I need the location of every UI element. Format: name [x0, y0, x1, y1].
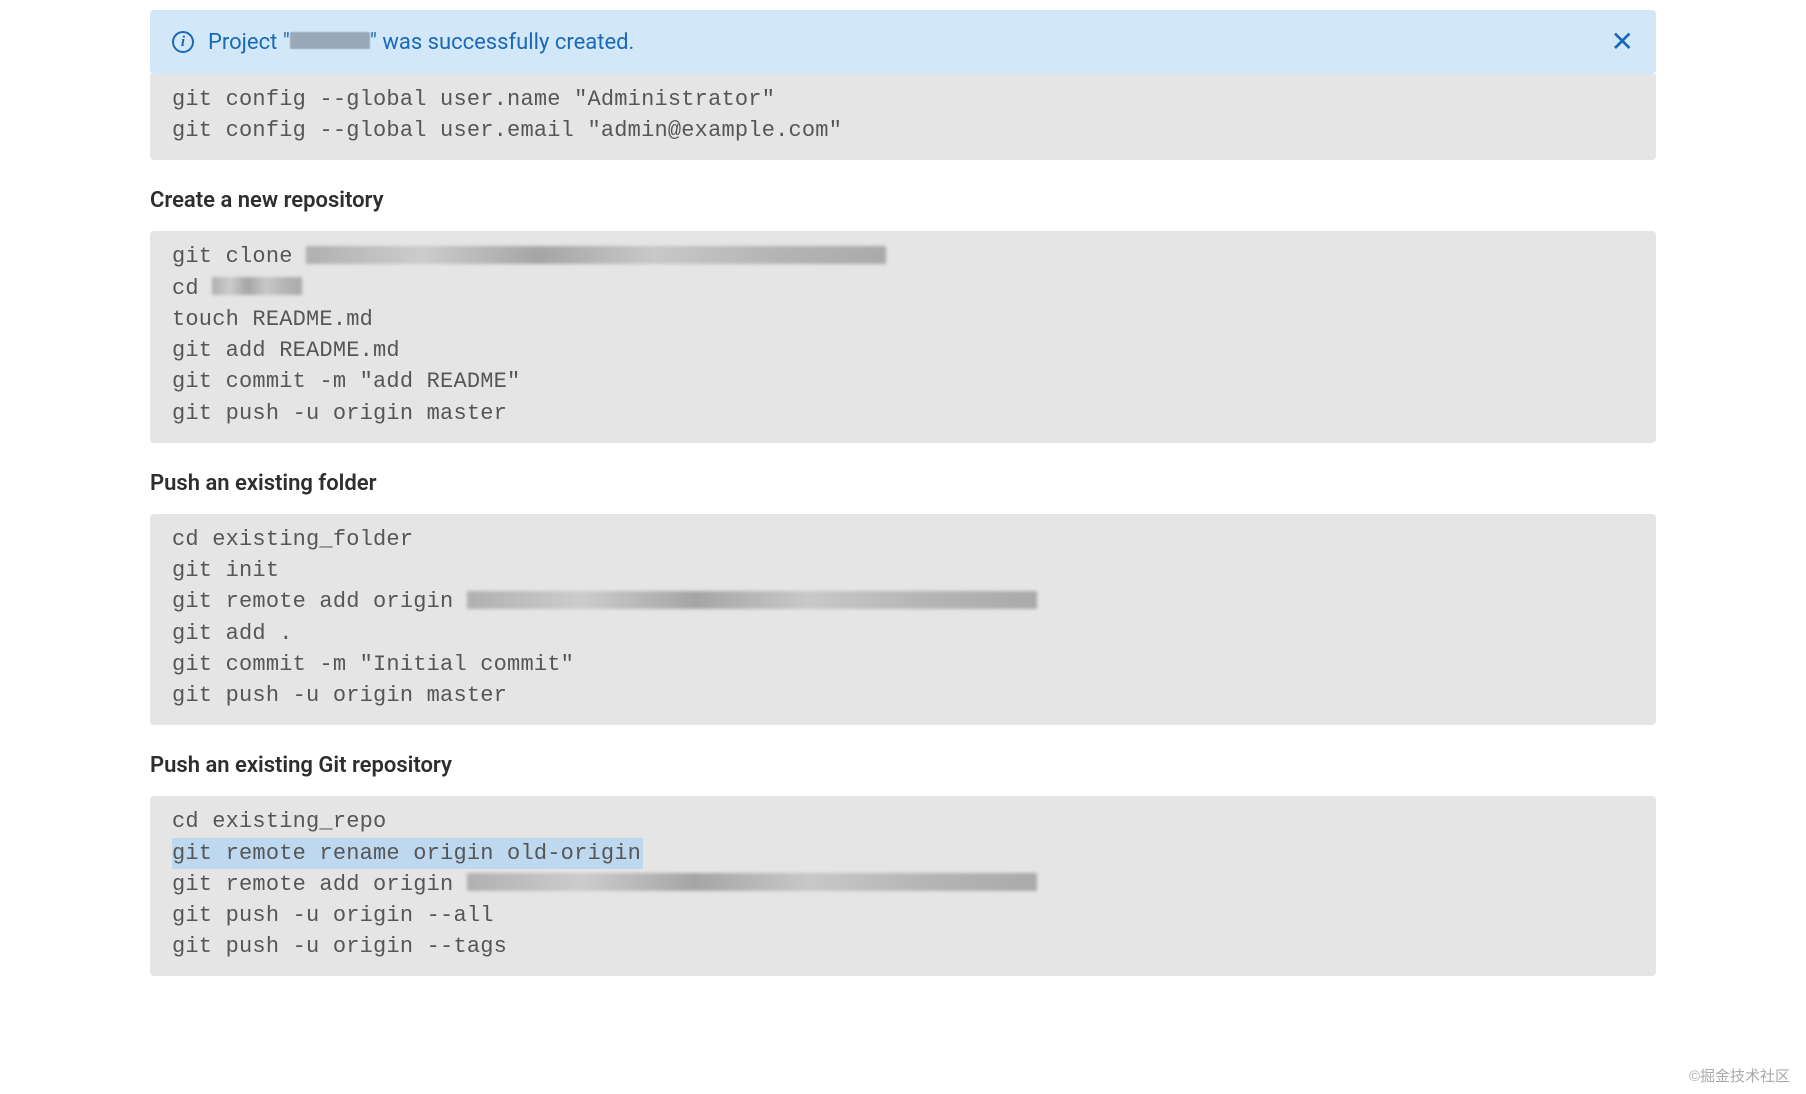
git-global-setup-code: git config --global user.name "Administr…	[150, 74, 1656, 160]
success-alert: i Project " " was successfully created. …	[150, 10, 1656, 74]
code-line: git config --global user.email "admin@ex…	[172, 115, 1634, 146]
create-repo-code: git clone cd touch README.md git add REA…	[150, 231, 1656, 442]
code-line: git push -u origin --tags	[172, 931, 1634, 962]
code-line: git push -u origin master	[172, 398, 1634, 429]
code-line: git clone	[172, 241, 1634, 272]
push-folder-code: cd existing_folder git init git remote a…	[150, 514, 1656, 725]
code-line: cd existing_folder	[172, 524, 1634, 555]
code-line: git init	[172, 555, 1634, 586]
code-line: cd existing_repo	[172, 806, 1634, 837]
redacted-dir-name	[212, 277, 302, 295]
create-repo-heading: Create a new repository	[150, 188, 1656, 213]
redacted-remote-url	[467, 873, 1037, 891]
code-line: git remote add origin	[172, 586, 1634, 617]
code-line: git config --global user.name "Administr…	[172, 84, 1634, 115]
info-icon: i	[172, 31, 194, 53]
push-folder-heading: Push an existing folder	[150, 471, 1656, 496]
code-line: cd	[172, 273, 1634, 304]
redacted-remote-url	[467, 591, 1037, 609]
push-repo-code: cd existing_repo git remote rename origi…	[150, 796, 1656, 976]
code-line: git commit -m "add README"	[172, 366, 1634, 397]
code-line: git add README.md	[172, 335, 1634, 366]
alert-message: Project " " was successfully created.	[208, 30, 634, 55]
code-line: git remote add origin	[172, 869, 1634, 900]
code-line-highlighted: git remote rename origin old-origin	[172, 838, 643, 869]
code-line: git add .	[172, 618, 1634, 649]
redacted-project-name	[290, 32, 370, 49]
watermark: ©掘金技术社区	[1689, 1065, 1790, 1086]
code-line: touch README.md	[172, 304, 1634, 335]
code-line: git commit -m "Initial commit"	[172, 649, 1634, 680]
redacted-clone-url	[306, 246, 886, 264]
code-line: git push -u origin --all	[172, 900, 1634, 931]
close-icon[interactable]: ✕	[1611, 28, 1634, 56]
code-line: git push -u origin master	[172, 680, 1634, 711]
push-repo-heading: Push an existing Git repository	[150, 753, 1656, 778]
